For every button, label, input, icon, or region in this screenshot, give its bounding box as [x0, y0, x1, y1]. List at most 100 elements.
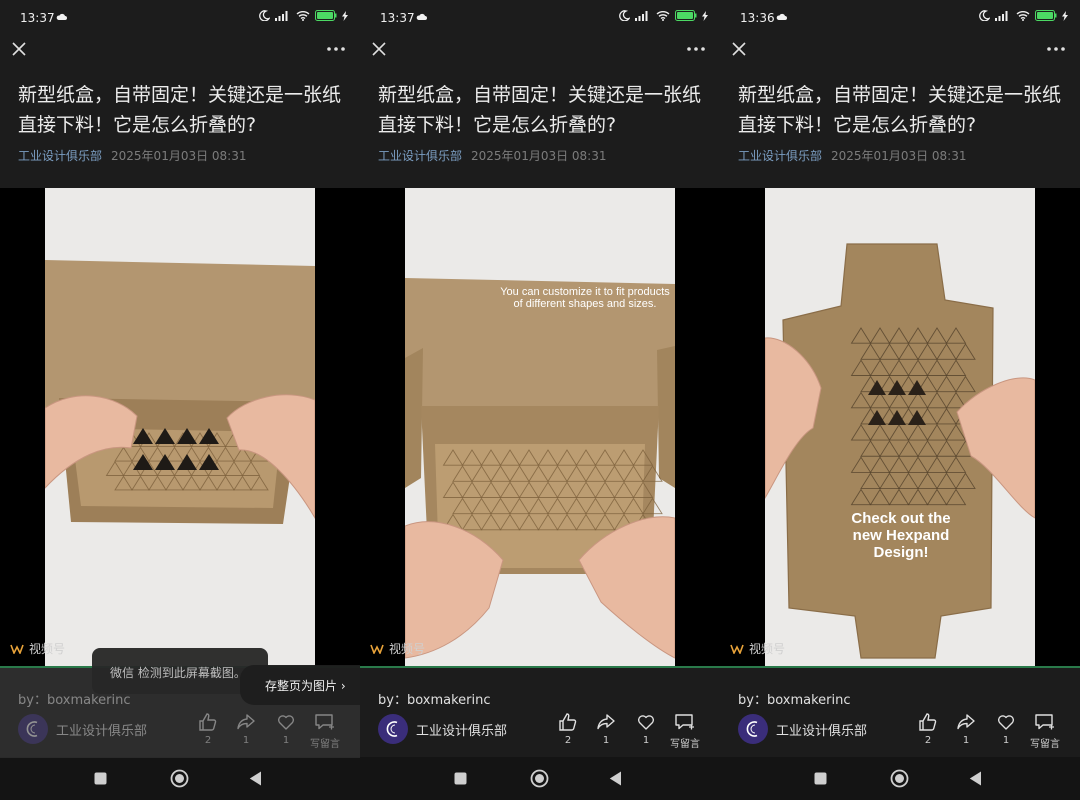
- charging-icon: [702, 10, 708, 21]
- like-button[interactable]: 2: [908, 712, 948, 746]
- signal-icon: [635, 10, 648, 21]
- status-bar: 13:36: [720, 0, 1080, 36]
- status-time: 13:37: [380, 11, 415, 25]
- love-count: 1: [1002, 735, 1010, 746]
- heart-icon: [637, 715, 655, 730]
- share-button[interactable]: 1: [946, 712, 986, 746]
- article-title: 新型纸盒，自带固定！关键还是一张纸直接下料！它是怎么折叠的?: [738, 84, 1062, 136]
- video-still: [45, 188, 315, 666]
- by-line: by：boxmakerinc: [378, 689, 491, 708]
- cloud-icon: [776, 13, 787, 20]
- video-player[interactable]: 视频号: [0, 188, 360, 668]
- avatar-logo: [386, 721, 398, 737]
- channel-tag[interactable]: 视频号: [370, 640, 425, 657]
- phone-screen-3: 13:36 新型纸盒，自带固定！关键还是一张纸直接下料！它是怎么折叠的? 工业设…: [720, 0, 1080, 800]
- channel-icon: [730, 644, 744, 654]
- status-bar: 13:37: [0, 0, 360, 36]
- account-row[interactable]: 工业设计俱乐部: [738, 714, 867, 744]
- article-author-link[interactable]: 工业设计俱乐部: [738, 147, 822, 164]
- article-date: 2025年01月03日 08:31: [471, 149, 607, 163]
- triangle-icon[interactable]: [609, 771, 622, 786]
- video-progress[interactable]: [360, 666, 720, 668]
- avatar[interactable]: [738, 714, 768, 744]
- channel-tag[interactable]: 视频号: [10, 640, 65, 657]
- more-icon[interactable]: [686, 46, 706, 52]
- video-frame: [765, 188, 1035, 666]
- more-icon[interactable]: [326, 46, 346, 52]
- avatar[interactable]: [378, 714, 408, 744]
- circle-icon[interactable]: [890, 769, 909, 788]
- wifi-icon: [656, 11, 670, 21]
- channel-icon: [10, 644, 24, 654]
- by-prefix: by：: [378, 693, 407, 708]
- comment-label: 写留言: [1030, 739, 1060, 750]
- comment-button[interactable]: 写留言: [665, 712, 705, 750]
- system-nav-bar: [720, 757, 1080, 800]
- moon-icon: [619, 10, 630, 21]
- video-caption: You can customize it to fit products of …: [500, 286, 670, 310]
- channel-label: 视频号: [389, 642, 426, 656]
- channel-icon: [370, 644, 384, 654]
- channel-tag[interactable]: 视频号: [730, 640, 785, 657]
- love-count: 1: [642, 735, 650, 746]
- video-progress[interactable]: [720, 666, 1080, 668]
- close-icon[interactable]: [730, 40, 748, 58]
- article-author-link[interactable]: 工业设计俱乐部: [18, 147, 102, 164]
- by-name: boxmakerinc: [766, 693, 851, 708]
- battery-icon: [315, 10, 337, 21]
- thumbs-up-icon: [919, 713, 937, 731]
- cloud-icon: [416, 13, 427, 20]
- video-player[interactable]: 视频号 You can customize it to fit products…: [360, 188, 720, 668]
- love-button[interactable]: 1: [986, 712, 1026, 746]
- square-icon[interactable]: [454, 772, 467, 785]
- share-count: 1: [962, 735, 970, 746]
- triangle-icon[interactable]: [969, 771, 982, 786]
- status-time: 13:36: [740, 11, 775, 25]
- video-still: [405, 188, 675, 666]
- channel-label: 视频号: [29, 642, 66, 656]
- account-row[interactable]: 工业设计俱乐部: [378, 714, 507, 744]
- cloud-icon: [56, 13, 67, 20]
- square-icon[interactable]: [94, 772, 107, 785]
- article-author-link[interactable]: 工业设计俱乐部: [378, 147, 462, 164]
- account-name[interactable]: 工业设计俱乐部: [416, 720, 507, 739]
- video-still: [765, 188, 1035, 666]
- circle-icon[interactable]: [170, 769, 189, 788]
- like-button[interactable]: 2: [548, 712, 588, 746]
- love-button[interactable]: 1: [626, 712, 666, 746]
- comment-icon: [675, 714, 694, 730]
- wifi-icon: [1016, 11, 1030, 21]
- battery-icon: [675, 10, 697, 21]
- status-bar: 13:37: [360, 0, 720, 36]
- avatar-logo: [746, 721, 758, 737]
- charging-icon: [1062, 10, 1068, 21]
- article-title: 新型纸盒，自带固定！关键还是一张纸直接下料！它是怎么折叠的?: [378, 84, 702, 136]
- charging-icon: [342, 10, 348, 21]
- share-icon: [957, 714, 975, 730]
- video-player[interactable]: 视频号 Check out the new Hexpand Design!: [720, 188, 1080, 668]
- more-icon[interactable]: [1046, 46, 1066, 52]
- heart-icon: [997, 715, 1015, 730]
- status-icons: [979, 10, 1068, 21]
- share-icon: [597, 714, 615, 730]
- system-nav-bar: [0, 757, 360, 800]
- circle-icon[interactable]: [530, 769, 549, 788]
- comment-icon: [1035, 714, 1054, 730]
- article-meta: 工业设计俱乐部 2025年01月03日 08:31: [738, 147, 967, 164]
- article-date: 2025年01月03日 08:31: [111, 149, 247, 163]
- close-icon[interactable]: [10, 40, 28, 58]
- article-meta: 工业设计俱乐部 2025年01月03日 08:31: [18, 147, 247, 164]
- save-page-image-button[interactable]: 存整页为图片 ›: [240, 665, 360, 705]
- share-button[interactable]: 1: [586, 712, 626, 746]
- comment-label: 写留言: [670, 739, 700, 750]
- triangle-icon[interactable]: [249, 771, 262, 786]
- video-frame: [45, 188, 315, 666]
- close-icon[interactable]: [370, 40, 388, 58]
- battery-icon: [1035, 10, 1057, 21]
- by-line: by：boxmakerinc: [738, 689, 851, 708]
- comment-button[interactable]: 写留言: [1025, 712, 1065, 750]
- thumbs-up-icon: [559, 713, 577, 731]
- square-icon[interactable]: [814, 772, 827, 785]
- article-title: 新型纸盒，自带固定！关键还是一张纸直接下料！它是怎么折叠的?: [18, 84, 342, 136]
- account-name[interactable]: 工业设计俱乐部: [776, 720, 867, 739]
